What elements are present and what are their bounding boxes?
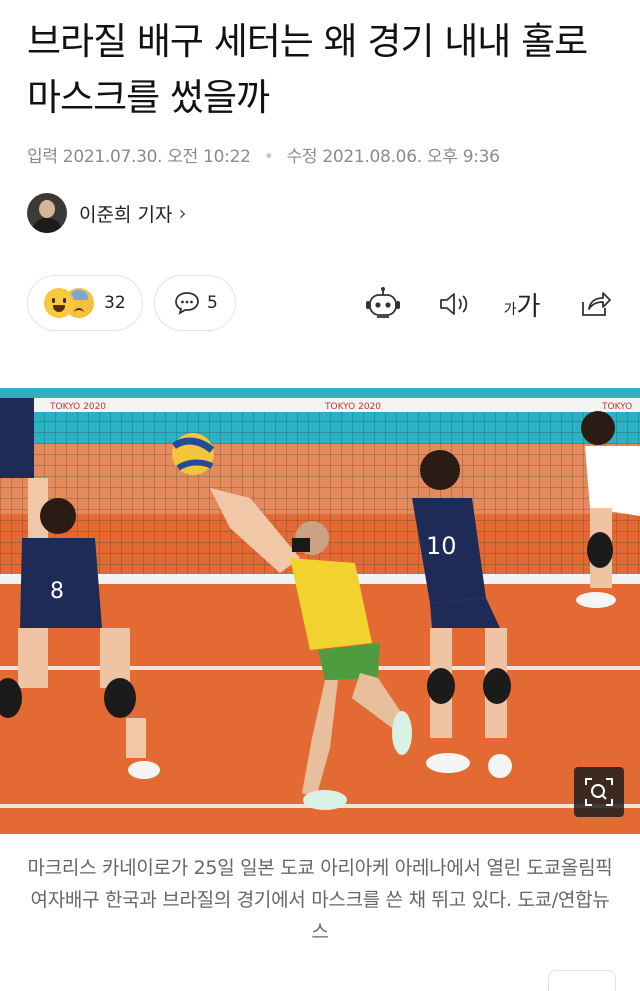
jersey-number-10: 10 xyxy=(426,532,457,560)
font-size-button[interactable]: 가가 xyxy=(500,284,544,324)
speech-bubble-icon xyxy=(175,292,199,315)
chevron-right-icon: › xyxy=(178,201,187,225)
share-icon xyxy=(582,292,611,316)
reaction-button[interactable]: 32 xyxy=(27,275,143,331)
summary-button[interactable] xyxy=(362,284,404,324)
speaker-icon xyxy=(440,293,468,315)
reporter-link[interactable]: 이준희 기자 › xyxy=(27,192,186,234)
banner-text-2: TOKYO 2020 xyxy=(324,402,381,412)
font-size-icon: 가가 xyxy=(503,291,541,322)
comment-count: 5 xyxy=(207,293,218,313)
article-photo[interactable]: TOKYO 2020 TOKYO 2020 TOKYO 8 10 xyxy=(0,388,640,834)
comment-button[interactable]: 5 xyxy=(154,275,236,331)
zoom-photo-button[interactable] xyxy=(574,767,624,817)
article-title: 브라질 배구 세터는 왜 경기 내내 홀로 마스크를 썼을까 xyxy=(27,20,588,119)
published-label: 입력 xyxy=(27,147,58,167)
zoom-search-icon xyxy=(585,778,613,806)
banner-text-1: TOKYO 2020 xyxy=(49,402,106,412)
article-dates: 입력 2021.07.30. 오전 10:22 • 수정 2021.08.06.… xyxy=(27,142,500,167)
updated-label: 수정 xyxy=(286,147,318,167)
updated-date: 2021.08.06. 오후 9:36 xyxy=(322,147,500,167)
photo-caption: 마크리스 카네이로가 25일 일본 도쿄 아리아케 아레나에서 열린 도쿄올림픽… xyxy=(27,857,613,943)
published-date: 2021.07.30. 오전 10:22 xyxy=(62,147,251,167)
volleyball-photo: TOKYO 2020 TOKYO 2020 TOKYO 8 10 xyxy=(0,388,640,834)
tts-button[interactable] xyxy=(434,284,474,324)
share-button[interactable] xyxy=(576,284,616,324)
floating-control[interactable] xyxy=(548,970,616,991)
date-separator: • xyxy=(263,147,274,167)
reporter-avatar xyxy=(27,193,67,233)
volleyball xyxy=(172,433,215,475)
reaction-count: 32 xyxy=(104,293,126,313)
banner-text-3: TOKYO xyxy=(601,402,632,412)
robot-summary-icon xyxy=(366,287,400,318)
jersey-number-8: 8 xyxy=(50,579,64,604)
reporter-name: 이준희 기자 xyxy=(79,203,173,226)
grinning-face-icon xyxy=(44,288,74,318)
